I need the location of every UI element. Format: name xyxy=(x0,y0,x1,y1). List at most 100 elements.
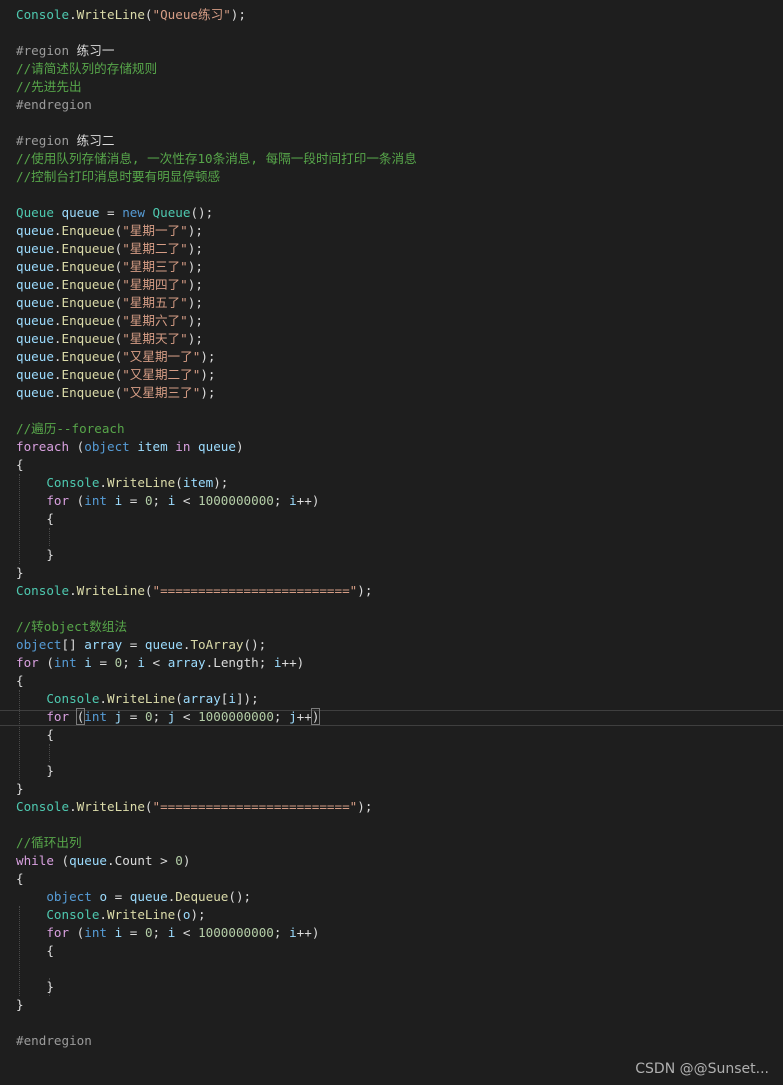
code-line[interactable] xyxy=(0,744,16,762)
code-line[interactable]: queue.Enqueue("星期五了"); xyxy=(0,294,203,312)
code-token: < xyxy=(175,493,199,508)
code-line[interactable]: { xyxy=(0,726,54,744)
code-token: int xyxy=(84,493,108,508)
code-line[interactable]: } xyxy=(0,546,54,564)
code-line[interactable]: for (int i = 0; i < array.Length; i++) xyxy=(0,654,304,672)
code-line[interactable]: Console.WriteLine("=====================… xyxy=(0,582,372,600)
code-line[interactable]: #region 练习二 xyxy=(0,132,114,150)
code-line[interactable] xyxy=(0,186,16,204)
code-line[interactable]: Console.WriteLine(array[i]); xyxy=(0,690,258,708)
code-token: "星期五了" xyxy=(122,295,188,310)
code-token: ; xyxy=(273,925,290,940)
code-token: "又星期三了" xyxy=(122,385,201,400)
code-line[interactable] xyxy=(0,528,16,546)
code-token: WriteLine xyxy=(76,7,145,22)
code-line[interactable]: Console.WriteLine("=====================… xyxy=(0,798,372,816)
code-token: //使用队列存储消息, 一次性存10条消息, 每隔一段时间打印一条消息 xyxy=(16,151,417,166)
code-line[interactable] xyxy=(0,816,16,834)
code-token: "星期二了" xyxy=(122,241,188,256)
code-token: queue xyxy=(16,223,54,238)
code-line[interactable]: object o = queue.Dequeue(); xyxy=(0,888,251,906)
code-token: for xyxy=(16,655,39,670)
code-line[interactable]: queue.Enqueue("星期二了"); xyxy=(0,240,203,258)
code-token: ; xyxy=(152,925,168,940)
code-line[interactable]: queue.Enqueue("又星期二了"); xyxy=(0,366,216,384)
code-line[interactable]: for (int i = 0; i < 1000000000; i++) xyxy=(0,924,319,942)
code-line[interactable]: //控制台打印消息时要有明显停顿感 xyxy=(0,168,220,186)
code-token: 0 xyxy=(144,709,153,724)
code-line[interactable] xyxy=(0,600,16,618)
code-line[interactable]: queue.Enqueue("又星期一了"); xyxy=(0,348,216,366)
code-line[interactable]: } xyxy=(0,978,54,996)
code-line[interactable]: object[] array = queue.ToArray(); xyxy=(0,636,266,654)
code-token: = xyxy=(99,205,123,220)
code-line[interactable]: } xyxy=(0,564,24,582)
code-line[interactable]: //请简述队列的存储规则 xyxy=(0,60,157,78)
code-line[interactable]: Console.WriteLine(o); xyxy=(0,906,206,924)
code-token: array xyxy=(182,691,221,706)
code-editor[interactable]: Console.WriteLine("Queue练习"); #region 练习一… xyxy=(0,0,783,1085)
code-token: Console xyxy=(16,583,70,598)
code-line[interactable]: { xyxy=(0,870,24,888)
code-token: int xyxy=(53,655,77,670)
code-line[interactable]: { xyxy=(0,456,24,474)
code-line[interactable]: while (queue.Count > 0) xyxy=(0,852,190,870)
code-token: . xyxy=(53,295,62,310)
code-line[interactable] xyxy=(0,1014,16,1032)
code-line[interactable]: } xyxy=(0,996,24,1014)
code-token: WriteLine xyxy=(76,799,145,814)
code-token: Enqueue xyxy=(61,241,115,256)
code-line[interactable]: Console.WriteLine(item); xyxy=(0,474,228,492)
code-token: ); xyxy=(357,799,373,814)
code-token: . xyxy=(69,799,77,814)
code-token: "星期四了" xyxy=(122,277,188,292)
code-line[interactable]: } xyxy=(0,762,54,780)
code-line[interactable]: //循环出列 xyxy=(0,834,82,852)
code-token: Enqueue xyxy=(61,313,115,328)
code-token: i xyxy=(228,691,236,706)
code-token: while xyxy=(16,853,54,868)
code-line[interactable]: { xyxy=(0,942,54,960)
code-line[interactable]: //先进先出 xyxy=(0,78,82,96)
code-token: ( xyxy=(38,655,54,670)
code-token: } xyxy=(16,781,24,796)
code-token: queue xyxy=(16,349,54,364)
code-line[interactable]: queue.Enqueue("星期天了"); xyxy=(0,330,203,348)
code-token: = xyxy=(122,493,145,508)
code-line[interactable]: queue.Enqueue("星期六了"); xyxy=(0,312,203,330)
code-token: ); xyxy=(190,907,206,922)
code-line[interactable]: queue.Enqueue("星期三了"); xyxy=(0,258,203,276)
code-line[interactable]: //转object数组法 xyxy=(0,618,127,636)
code-token: ( xyxy=(144,583,153,598)
code-line[interactable] xyxy=(0,24,16,42)
code-line[interactable]: queue.Enqueue("星期一了"); xyxy=(0,222,203,240)
code-token: } xyxy=(16,979,54,994)
code-line[interactable]: { xyxy=(0,510,54,528)
code-token: = xyxy=(91,655,115,670)
code-token: < xyxy=(175,925,199,940)
code-line[interactable]: //遍历--foreach xyxy=(0,420,125,438)
code-token: ++) xyxy=(296,493,320,508)
code-line[interactable]: foreach (object item in queue) xyxy=(0,438,244,456)
code-token: i xyxy=(289,925,297,940)
code-line[interactable] xyxy=(0,114,16,132)
code-line[interactable]: Queue queue = new Queue(); xyxy=(0,204,213,222)
code-line[interactable]: queue.Enqueue("又星期三了"); xyxy=(0,384,216,402)
code-line[interactable] xyxy=(0,960,16,978)
code-token: "=========================" xyxy=(152,583,358,598)
code-token: queue xyxy=(16,331,54,346)
code-line[interactable]: for (int j = 0; j < 1000000000; j++) xyxy=(0,708,321,726)
code-line[interactable]: #endregion xyxy=(0,1032,92,1050)
code-token: array xyxy=(84,637,123,652)
code-line[interactable]: #region 练习一 xyxy=(0,42,114,60)
code-line[interactable]: queue.Enqueue("星期四了"); xyxy=(0,276,203,294)
code-line[interactable]: #endregion xyxy=(0,96,92,114)
code-line[interactable]: } xyxy=(0,780,24,798)
code-line[interactable]: //使用队列存储消息, 一次性存10条消息, 每隔一段时间打印一条消息 xyxy=(0,150,417,168)
code-line[interactable]: Console.WriteLine("Queue练习"); xyxy=(0,6,246,24)
code-line[interactable]: { xyxy=(0,672,24,690)
code-line[interactable] xyxy=(0,402,16,420)
code-line[interactable]: for (int i = 0; i < 1000000000; i++) xyxy=(0,492,319,510)
code-token: queue xyxy=(61,205,100,220)
